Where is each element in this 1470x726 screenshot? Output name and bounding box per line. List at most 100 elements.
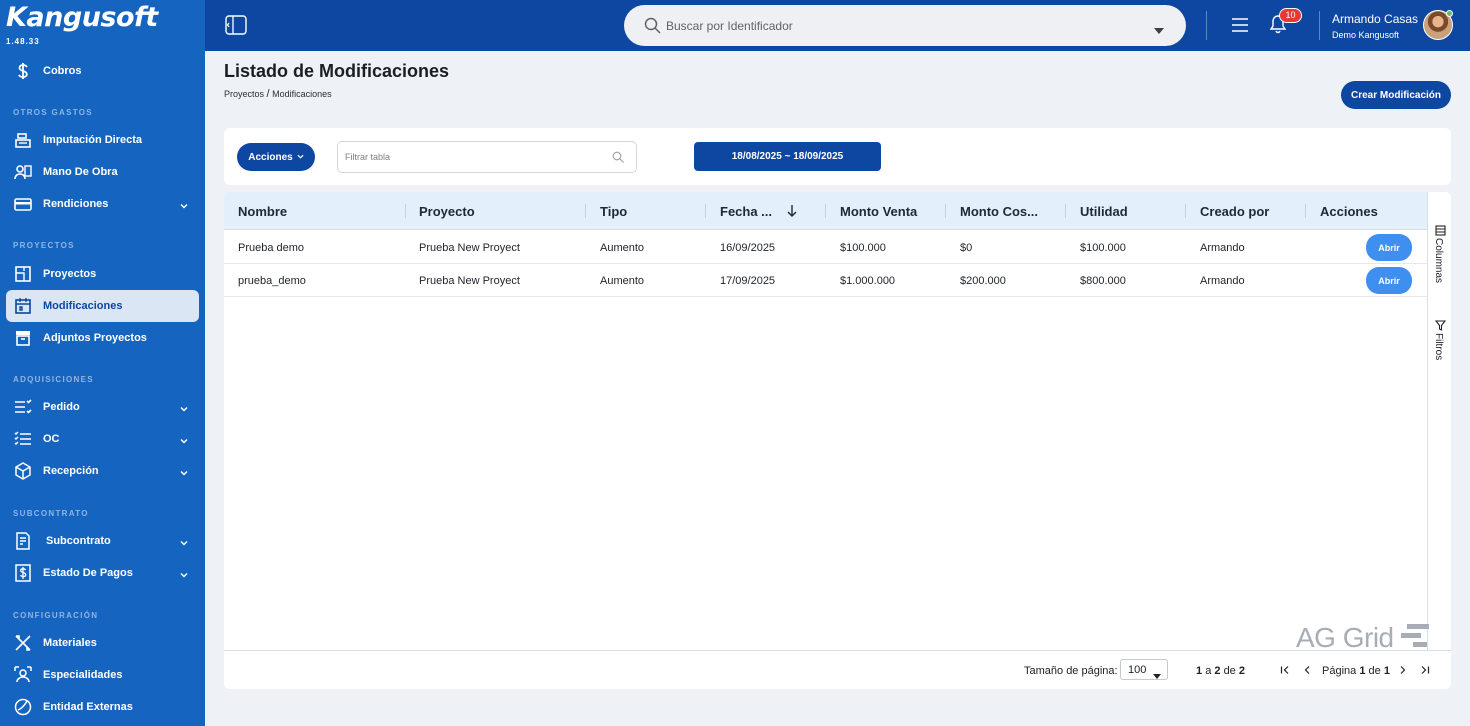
sidebar-item-subcontrato[interactable]: Subcontrato <box>6 525 199 557</box>
row-to: 2 <box>1214 665 1221 677</box>
cell-monto-costo: $0 <box>960 241 973 254</box>
column-separator[interactable] <box>1305 204 1306 218</box>
chevron-down-icon <box>297 152 304 163</box>
breadcrumb-item-proyectos[interactable]: Proyectos <box>224 89 264 99</box>
sidebar-item-modificaciones[interactable]: Modificaciones <box>6 290 199 322</box>
chevron-down-icon <box>179 198 189 209</box>
sidebar-item-pedido[interactable]: Pedido <box>6 391 199 423</box>
open-button[interactable]: Abrir <box>1366 267 1412 294</box>
sidebar-item-estado-de-pagos[interactable]: Estado De Pagos <box>6 557 199 589</box>
page-indicator: Página 1 de 1 <box>1322 665 1390 677</box>
row-to-sep: a <box>1205 665 1212 677</box>
tab-columnas-label: Columnas <box>1433 238 1444 284</box>
page-size-select[interactable]: 100 <box>1120 659 1168 680</box>
table-row[interactable]: prueba_demo Prueba New Proyect Aumento 1… <box>224 264 1427 297</box>
actions-dropdown-button[interactable]: Acciones <box>237 143 315 171</box>
search-placeholder: Buscar por Identificador <box>666 19 793 33</box>
sidebar-item-entidad-externas[interactable]: Entidad Externas <box>6 691 199 723</box>
cell-fecha: 16/09/2025 <box>720 241 776 254</box>
column-header-tipo[interactable]: Tipo <box>600 192 627 230</box>
row-from: 1 <box>1196 665 1203 677</box>
sidebar-item-especialidades[interactable]: Especialidades <box>6 659 199 691</box>
global-search[interactable]: Buscar por Identificador <box>624 5 1186 46</box>
page-of-sep: de <box>1368 665 1381 677</box>
date-range-picker[interactable]: 18/08/2025 ~ 18/09/2025 <box>694 142 881 171</box>
sidebar-item-label: Modificaciones <box>43 300 123 312</box>
divider <box>1319 11 1320 40</box>
last-page-icon[interactable] <box>1419 663 1431 675</box>
sidebar-item-cobros[interactable]: Cobros <box>6 55 199 87</box>
sidebar-item-label: Recepción <box>43 465 99 477</box>
top-bar: Buscar por Identificador 10 Armando Casa… <box>205 0 1470 51</box>
column-separator[interactable] <box>825 204 826 218</box>
app-version: 1.48.33 <box>6 37 40 46</box>
chevron-down-icon <box>179 401 189 412</box>
sidebar-item-label: Mano De Obra <box>43 166 118 178</box>
tab-filtros[interactable]: Filtros <box>1428 316 1451 366</box>
sidebar-toggle-icon[interactable] <box>225 15 247 35</box>
sidebar-item-label: Entidad Externas <box>43 701 133 713</box>
open-button[interactable]: Abrir <box>1366 234 1412 261</box>
table-row[interactable]: Prueba demo Prueba New Proyect Aumento 1… <box>224 231 1427 264</box>
previous-page-icon[interactable] <box>1301 663 1313 675</box>
sort-descending-icon[interactable] <box>786 204 798 218</box>
cell-nombre: prueba_demo <box>238 274 306 287</box>
create-modification-button[interactable]: Crear Modificación <box>1341 81 1451 109</box>
section-otros-gastos: OTROS GASTOS <box>13 108 93 117</box>
user-name[interactable]: Armando Casas <box>1332 12 1418 26</box>
column-header-monto-costo[interactable]: Monto Cos... <box>960 192 1038 230</box>
caret-down-icon[interactable] <box>1154 22 1164 34</box>
box-icon <box>13 461 33 481</box>
app-logo[interactable]: Kangusoft <box>6 2 158 33</box>
next-page-icon[interactable] <box>1397 663 1409 675</box>
cell-utilidad: $100.000 <box>1080 241 1126 254</box>
cell-creado-por: Armando <box>1200 274 1245 287</box>
column-separator[interactable] <box>705 204 706 218</box>
page-current: 1 <box>1359 665 1366 677</box>
column-header-fecha[interactable]: Fecha ... <box>720 192 772 230</box>
page-size-value: 100 <box>1128 664 1147 676</box>
sidebar-item-imputacion-directa[interactable]: Imputación Directa <box>6 124 199 156</box>
column-separator[interactable] <box>405 204 406 218</box>
tab-columnas[interactable]: Columnas <box>1428 220 1451 290</box>
breadcrumb-separator: / <box>266 88 270 100</box>
page-title: Listado de Modificaciones <box>224 61 450 81</box>
column-header-creado-por[interactable]: Creado por <box>1200 192 1269 230</box>
tools-icon <box>13 633 33 653</box>
sidebar-item-recepcion[interactable]: Recepción <box>6 455 199 487</box>
table-filter-input[interactable] <box>337 141 637 173</box>
sidebar-item-mano-de-obra[interactable]: Mano De Obra <box>6 156 199 188</box>
menu-icon[interactable] <box>1231 16 1249 34</box>
credit-card-icon <box>13 194 33 214</box>
column-header-proyecto[interactable]: Proyecto <box>419 192 475 230</box>
column-separator[interactable] <box>945 204 946 218</box>
data-grid: Nombre Proyecto Tipo Fecha ... Monto Ven… <box>224 192 1451 689</box>
checklist-icon <box>13 397 33 417</box>
column-header-monto-venta[interactable]: Monto Venta <box>840 192 917 230</box>
page-label: Página <box>1322 665 1357 677</box>
columns-icon <box>1435 223 1446 236</box>
sidebar-item-adjuntos-proyectos[interactable]: Adjuntos Proyectos <box>6 322 199 354</box>
column-separator[interactable] <box>1065 204 1066 218</box>
sidebar-item-oc[interactable]: OC <box>6 423 199 455</box>
sidebar-item-materiales[interactable]: Materiales <box>6 627 199 659</box>
cash-register-icon <box>13 130 33 150</box>
online-status-dot <box>1446 10 1453 17</box>
column-separator[interactable] <box>585 204 586 218</box>
grid-pagination: Tamaño de página: 100 1 a 2 de 2 Página … <box>224 650 1451 689</box>
column-header-nombre[interactable]: Nombre <box>238 192 287 230</box>
column-header-utilidad[interactable]: Utilidad <box>1080 192 1128 230</box>
row-total: 2 <box>1238 665 1245 677</box>
breadcrumb: Proyectos / Modificaciones <box>224 88 332 100</box>
first-page-icon[interactable] <box>1279 663 1291 675</box>
column-header-acciones: Acciones <box>1320 203 1378 219</box>
sidebar-item-proyectos[interactable]: Proyectos <box>6 258 199 290</box>
sidebar-item-rendiciones[interactable]: Rendiciones <box>6 188 199 220</box>
cell-tipo: Aumento <box>600 241 645 254</box>
column-separator[interactable] <box>1185 204 1186 218</box>
cell-proyecto: Prueba New Proyect <box>419 274 520 287</box>
calendar-edit-icon <box>13 296 33 316</box>
sidebar-item-label: Materiales <box>43 637 97 649</box>
cell-proyecto: Prueba New Proyect <box>419 241 520 254</box>
grid-header: Nombre Proyecto Tipo Fecha ... Monto Ven… <box>224 192 1427 230</box>
